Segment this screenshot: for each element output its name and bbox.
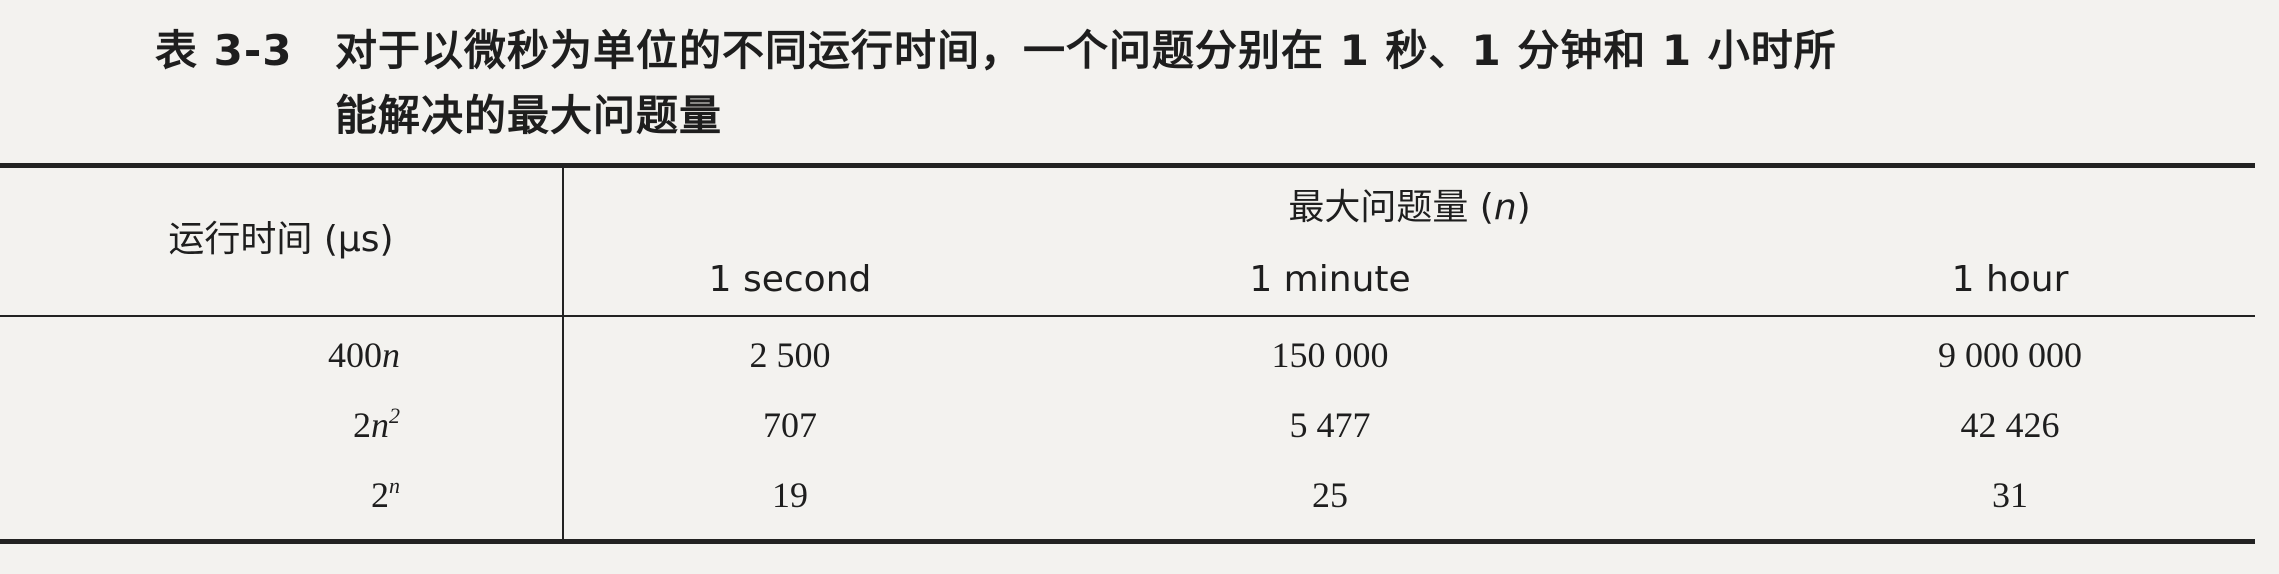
column-header-1-second: 1 second bbox=[708, 259, 872, 300]
table-cell: 25 bbox=[1312, 475, 1348, 515]
table-cell: 5 477 bbox=[1289, 405, 1371, 445]
table-cell: 2 500 bbox=[749, 335, 831, 375]
table-cell: 9 000 000 bbox=[1938, 335, 2082, 375]
group-header: 最大问题量 (n) bbox=[1288, 187, 1531, 228]
table-number: 表 3-3 bbox=[155, 26, 293, 75]
top-rule bbox=[0, 163, 2255, 168]
table-caption: 表 3-3 对于以微秒为单位的不同运行时间，一个问题分别在 1 秒、1 分钟和 1… bbox=[155, 18, 2155, 148]
table-cell: 31 bbox=[1992, 475, 2028, 515]
row-label-2n-squared: 2n2 bbox=[353, 403, 400, 446]
table-cell: 150 000 bbox=[1271, 335, 1389, 375]
column-header-1-minute: 1 minute bbox=[1249, 259, 1411, 300]
table-cell: 19 bbox=[772, 475, 808, 515]
row-header: 运行时间 (μs) bbox=[168, 219, 394, 260]
table-cell: 42 426 bbox=[1960, 405, 2060, 445]
caption-line-1: 对于以微秒为单位的不同运行时间，一个问题分别在 1 秒、1 分钟和 1 小时所 bbox=[335, 26, 1837, 75]
row-label-400n: 400n bbox=[328, 335, 400, 375]
caption-line-2: 能解决的最大问题量 bbox=[335, 91, 723, 140]
table-cell: 707 bbox=[763, 405, 817, 445]
row-label-2-power-n: 2n bbox=[371, 473, 400, 516]
header-rule bbox=[0, 315, 2255, 317]
column-header-1-hour: 1 hour bbox=[1951, 259, 2069, 300]
bottom-rule bbox=[0, 539, 2255, 544]
